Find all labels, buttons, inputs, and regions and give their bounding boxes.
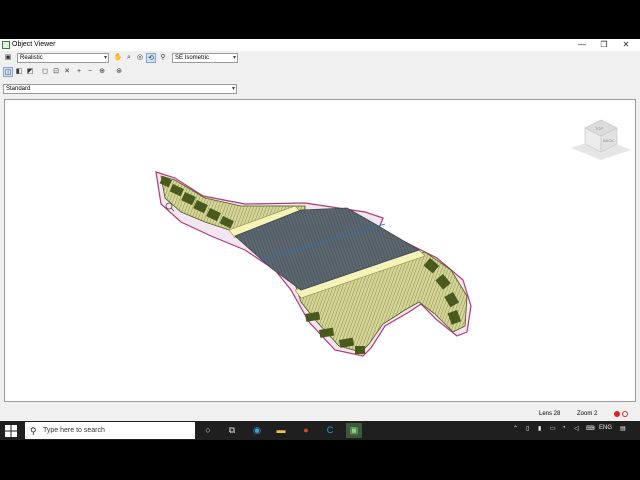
notification-icon[interactable]: ▤ [620, 425, 626, 432]
restore-button[interactable]: ❐ [594, 39, 614, 51]
visual-style-dropdown[interactable]: Realistic ▾ [17, 53, 109, 63]
minimize-button[interactable]: — [572, 39, 592, 51]
task-view-icon[interactable]: ⧉ [224, 423, 240, 438]
windows-start-icon[interactable] [4, 424, 18, 438]
search-icon: ⚲ [30, 426, 37, 436]
orbit-icon[interactable]: ◎ [135, 53, 145, 63]
tray-volume-icon[interactable]: ◁ [574, 425, 579, 432]
status-bar: Lens 28 Zoom 2 [0, 407, 640, 421]
view-value: SE Isometric [175, 55, 210, 61]
viewcube-toggle-icon[interactable]: ◫ [3, 67, 13, 77]
tray-keyboard-icon[interactable]: ⌨ [586, 425, 595, 432]
lens-readout: Lens 28 [539, 411, 561, 417]
zoom-extents-icon[interactable]: ⊡ [51, 67, 61, 77]
file-explorer-icon[interactable]: ▬ [273, 423, 289, 438]
tray-mic-icon[interactable]: ▮ [538, 425, 541, 432]
toolbar-row-2: ◫ ◧ ◩ ◻ ⊡ ✕ + − ⊕ ⊛ [0, 67, 240, 79]
object-viewer-task-icon[interactable]: ▣ [346, 423, 362, 438]
viewcube[interactable]: TOP BACK [571, 119, 631, 160]
zoom-icon[interactable]: ⌕ [124, 53, 134, 63]
view-dropdown[interactable]: SE Isometric ▾ [172, 53, 238, 63]
perspective-projection-icon[interactable]: ◩ [25, 67, 35, 77]
steering-wheel-icon[interactable]: ⊛ [114, 67, 124, 77]
close-button[interactable]: ✕ [616, 39, 636, 51]
viewcube-top-label: TOP [595, 126, 603, 131]
viewcube-back-label: BACK [603, 138, 614, 143]
tray-network-icon[interactable]: ▯ [526, 425, 529, 432]
search-placeholder: Type here to search [43, 427, 105, 434]
powerpoint-icon[interactable]: ● [298, 423, 314, 438]
taskbar-search-box[interactable]: ⚲ Type here to search [25, 422, 195, 439]
chevron-down-icon: ▾ [232, 55, 236, 61]
top-letterbox [0, 0, 640, 39]
tray-battery-icon[interactable]: ▭ [550, 425, 556, 432]
surface-model[interactable]: TOP BACK [5, 100, 636, 402]
zoom-in-icon[interactable]: + [74, 67, 84, 77]
save-icon[interactable]: ▣ [3, 53, 13, 63]
window-title: Object Viewer [12, 41, 56, 48]
tray-wifi-icon[interactable]: ◔ [562, 425, 566, 431]
constrained-orbit-icon[interactable]: ⟲ [146, 53, 156, 63]
bottom-letterbox [0, 440, 640, 480]
chevron-down-icon: ▾ [103, 55, 107, 61]
zoom-readout: Zoom 2 [577, 411, 598, 417]
title-bar: Object Viewer — ❐ ✕ [0, 39, 640, 51]
record-indicator-icon[interactable] [614, 411, 620, 417]
pan-icon[interactable]: ✋ [113, 53, 123, 63]
chevron-down-icon: ▾ [231, 86, 235, 92]
visual-style-value: Realistic [20, 55, 43, 61]
edge-icon[interactable]: ◉ [249, 423, 265, 438]
tray-chevron-icon[interactable]: ⌃ [513, 425, 518, 432]
walk-icon[interactable]: ⚲ [158, 53, 168, 63]
named-view-value: Standard [6, 86, 31, 92]
3d-viewport[interactable]: TOP BACK [4, 99, 636, 402]
language-indicator[interactable]: ENG [599, 425, 612, 431]
zoom-realtime-icon[interactable]: ⊕ [97, 67, 107, 77]
app-icon [2, 41, 10, 49]
object-viewer-window: Object Viewer — ❐ ✕ ▣ Realistic ▾ ✋ ⌕ ◎ … [0, 39, 640, 421]
zoom-out-icon[interactable]: − [85, 67, 95, 77]
taskbar: ⚲ Type here to search ○ ⧉ ◉ ▬ ● C ▣ ⌃ ▯ … [0, 421, 640, 440]
cortana-icon[interactable]: ○ [200, 423, 216, 438]
zoom-object-icon[interactable]: ✕ [62, 67, 72, 77]
named-view-dropdown[interactable]: Standard ▾ [3, 84, 237, 94]
zoom-window-icon[interactable]: ◻ [40, 67, 50, 77]
screen: Object Viewer — ❐ ✕ ▣ Realistic ▾ ✋ ⌕ ◎ … [0, 0, 640, 480]
civil3d-icon[interactable]: C [322, 423, 338, 438]
parallel-projection-icon[interactable]: ◧ [14, 67, 24, 77]
stop-indicator-icon[interactable] [622, 411, 628, 417]
toolbar-row-1: ▣ Realistic ▾ ✋ ⌕ ◎ ⟲ ⚲ SE Isometric ▾ [0, 53, 240, 65]
